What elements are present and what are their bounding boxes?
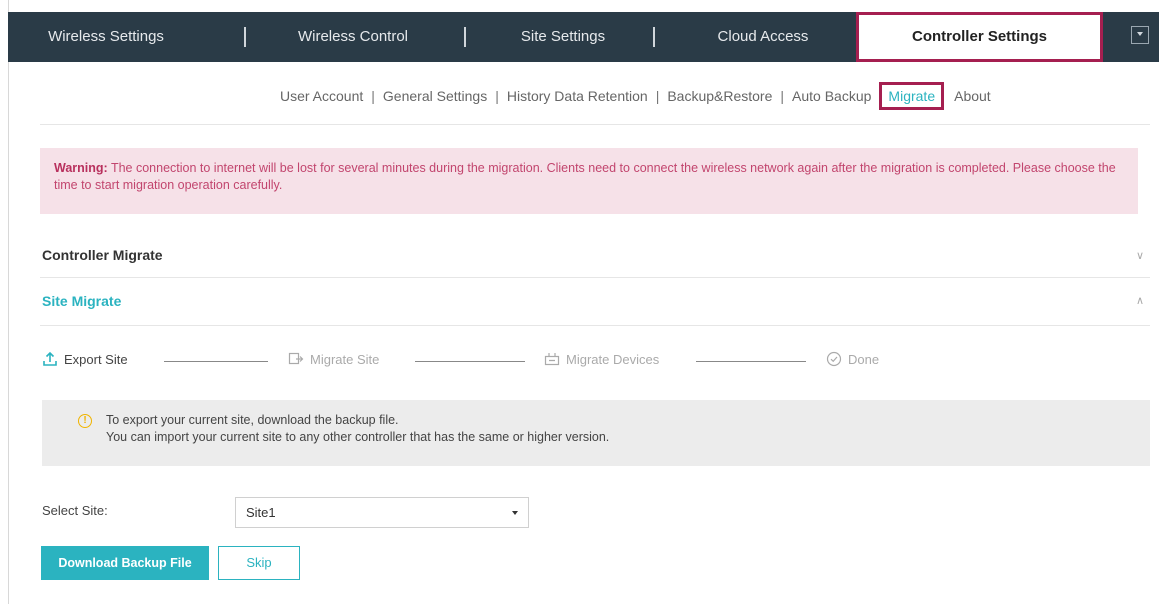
step-done: Done bbox=[826, 351, 879, 367]
subnav-general-settings[interactable]: General Settings bbox=[377, 88, 493, 104]
warning-prefix: Warning: bbox=[54, 161, 108, 175]
subnav-separator: | bbox=[780, 88, 785, 104]
subnav-separator: | bbox=[495, 88, 499, 104]
sub-nav: User Account | General Settings | Histor… bbox=[274, 82, 997, 110]
step-migrate-site: Migrate Site bbox=[288, 351, 379, 367]
chevron-up-icon[interactable]: ∧ bbox=[1135, 296, 1145, 307]
check-circle-icon bbox=[826, 351, 842, 367]
tab-wireless-settings[interactable]: Wireless Settings bbox=[26, 12, 186, 62]
tab-separator bbox=[464, 27, 466, 47]
top-nav: Wireless Settings Wireless Control Site … bbox=[8, 12, 1159, 62]
subnav-separator: | bbox=[371, 88, 375, 104]
subnav-migrate[interactable]: Migrate bbox=[879, 82, 945, 110]
select-site-label: Select Site: bbox=[42, 503, 108, 518]
divider bbox=[40, 124, 1150, 125]
subnav-about[interactable]: About bbox=[948, 88, 997, 104]
warning-banner: Warning: The connection to internet will… bbox=[40, 148, 1138, 214]
caret-down-icon bbox=[512, 511, 518, 515]
step-label: Export Site bbox=[64, 351, 128, 367]
download-backup-file-button[interactable]: Download Backup File bbox=[41, 546, 209, 580]
tab-wireless-control[interactable]: Wireless Control bbox=[273, 12, 433, 62]
info-line-1: To export your current site, download th… bbox=[106, 413, 399, 427]
step-label: Done bbox=[848, 351, 880, 367]
tab-site-settings[interactable]: Site Settings bbox=[488, 12, 638, 62]
migration-stepper: Export Site Migrate Site Migrate Devices… bbox=[42, 351, 942, 373]
step-connector bbox=[696, 361, 806, 362]
divider bbox=[40, 325, 1150, 326]
tab-separator bbox=[653, 27, 655, 47]
subnav-separator: | bbox=[655, 88, 660, 104]
subnav-backup-restore[interactable]: Backup&Restore bbox=[661, 88, 778, 104]
step-label: Migrate Devices bbox=[566, 351, 660, 367]
select-site-dropdown[interactable]: Site1 bbox=[235, 497, 529, 528]
section-site-migrate[interactable]: Site Migrate bbox=[42, 293, 121, 309]
tab-separator bbox=[244, 27, 246, 47]
subnav-user-account[interactable]: User Account bbox=[274, 88, 369, 104]
tab-cloud-access[interactable]: Cloud Access bbox=[673, 12, 853, 62]
select-site-value: Site1 bbox=[246, 505, 276, 520]
subnav-history-data-retention[interactable]: History Data Retention bbox=[501, 88, 654, 104]
upload-icon bbox=[42, 351, 58, 367]
subnav-auto-backup[interactable]: Auto Backup bbox=[786, 88, 877, 104]
warning-text: The connection to internet will be lost … bbox=[54, 161, 1116, 192]
step-label: Migrate Site bbox=[310, 351, 380, 367]
info-line-2: You can import your current site to any … bbox=[106, 430, 610, 444]
tab-controller-settings[interactable]: Controller Settings bbox=[856, 12, 1103, 62]
dropdown-toggle-icon[interactable] bbox=[1131, 26, 1149, 44]
info-box: ! To export your current site, download … bbox=[42, 400, 1150, 466]
step-migrate-devices: Migrate Devices bbox=[544, 351, 659, 367]
chevron-down-icon[interactable]: ∨ bbox=[1135, 251, 1145, 262]
step-connector bbox=[415, 361, 525, 362]
section-controller-migrate[interactable]: Controller Migrate bbox=[42, 247, 163, 263]
divider bbox=[40, 277, 1150, 278]
skip-button[interactable]: Skip bbox=[218, 546, 300, 580]
step-connector bbox=[164, 361, 268, 362]
info-icon: ! bbox=[78, 414, 92, 428]
migrate-devices-icon bbox=[544, 351, 560, 367]
migrate-site-icon bbox=[288, 351, 304, 367]
step-export-site: Export Site bbox=[42, 351, 128, 367]
